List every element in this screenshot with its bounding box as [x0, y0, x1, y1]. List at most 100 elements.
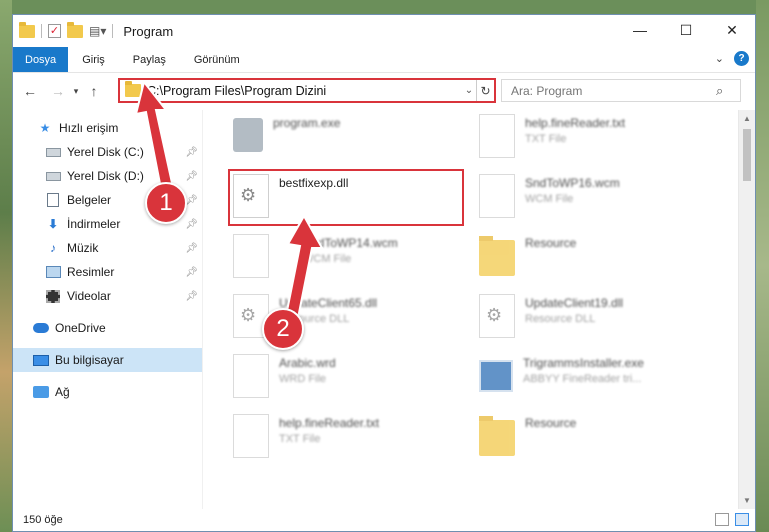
txt-file-icon: [479, 114, 515, 158]
sidebar-item-label: Ağ: [55, 385, 70, 399]
file-name: help.fineReader.txt: [279, 416, 380, 430]
folder-icon: [479, 236, 515, 276]
up-arrow-icon[interactable]: ↑: [83, 83, 105, 99]
navigation-bar: ← → ▾ ↑ C:\Program Files\Program Dizini …: [13, 73, 755, 109]
list-item[interactable]: program.exe: [233, 114, 473, 172]
file-name: help.fineReader.txt: [525, 116, 626, 130]
sidebar-item-label: Videolar: [67, 289, 111, 303]
window-controls: — ☐ ✕: [617, 15, 755, 45]
file-name: TrigrammsInstaller.exe: [523, 356, 644, 370]
scroll-down-icon[interactable]: ▼: [739, 492, 755, 509]
network-icon: [33, 385, 49, 399]
file-type: TXT File: [279, 433, 321, 445]
pin-icon[interactable]: 📌︎: [185, 291, 198, 302]
sidebar-item-label: Hızlı erişim: [59, 121, 119, 135]
sidebar-item-music[interactable]: ♪ Müzik 📌︎: [13, 236, 202, 260]
drive-icon: [45, 169, 61, 183]
file-name: Resource: [525, 236, 577, 250]
list-item[interactable]: ⚙ UpdateClient19.dll Resource DLL: [479, 294, 719, 352]
item-count: 150 öğe: [23, 514, 63, 526]
txt-file-icon: [233, 414, 269, 458]
list-item[interactable]: Resource: [479, 414, 719, 472]
address-dropdown-chevron-icon[interactable]: ⌄: [462, 85, 476, 96]
file-type: ABBYY FineReader tri...: [523, 373, 642, 385]
tab-share[interactable]: Paylaş: [119, 47, 180, 72]
videos-icon: [45, 289, 61, 303]
tiles-view-icon[interactable]: [735, 513, 749, 526]
sidebar-item-label: Bu bilgisayar: [55, 353, 124, 367]
file-name: Arabic.wrd: [279, 356, 336, 370]
address-path[interactable]: C:\Program Files\Program Dizini: [147, 84, 462, 98]
downloads-icon: ⬇: [47, 217, 59, 231]
computer-icon: [33, 353, 49, 367]
pictures-icon: [45, 265, 61, 279]
properties-check-icon[interactable]: ✓: [48, 24, 61, 38]
txt-file-icon: [479, 174, 515, 218]
window-title: Program: [123, 23, 174, 39]
sidebar-item-network[interactable]: Ağ: [13, 380, 202, 404]
documents-icon: [45, 193, 61, 207]
txt-file-icon: [233, 354, 269, 398]
minimize-button[interactable]: —: [617, 15, 663, 45]
tab-view[interactable]: Görünüm: [180, 47, 254, 72]
sidebar-item-videos[interactable]: Videolar 📌︎: [13, 284, 202, 308]
title-bar[interactable]: ✓ ▤▾ Program — ☐ ✕: [13, 15, 755, 47]
separator: [41, 24, 42, 38]
sidebar-item-pictures[interactable]: Resimler 📌︎: [13, 260, 202, 284]
details-view-icon[interactable]: [715, 513, 729, 526]
annotation-badge-2: 2: [262, 308, 304, 350]
forward-arrow-icon[interactable]: →: [47, 83, 69, 99]
folder-icon: [19, 21, 35, 38]
tab-file[interactable]: Dosya: [13, 47, 69, 72]
sidebar-item-label: OneDrive: [55, 321, 106, 335]
list-item[interactable]: SndToWP16.wcm WCM File: [479, 174, 719, 232]
file-name: program.exe: [273, 116, 341, 130]
main-area: ★ Hızlı erişim Yerel Disk (C:) 📌︎ Yerel …: [13, 110, 755, 509]
tab-home[interactable]: Giriş: [68, 47, 119, 72]
pin-icon[interactable]: 📌︎: [185, 243, 198, 254]
recent-locations-chevron-icon[interactable]: ▾: [69, 86, 83, 97]
folder-icon: [479, 416, 515, 456]
list-item[interactable]: Resource: [479, 234, 719, 292]
search-box[interactable]: ⌕: [501, 79, 741, 102]
help-icon[interactable]: ?: [734, 51, 749, 66]
back-arrow-icon[interactable]: ←: [19, 83, 41, 99]
search-icon[interactable]: ⌕: [716, 83, 723, 99]
scrollbar-thumb[interactable]: [743, 129, 751, 181]
desktop-background-left: [0, 0, 12, 532]
expand-ribbon-chevron-icon[interactable]: ⌄: [715, 52, 724, 65]
new-folder-icon[interactable]: [67, 21, 83, 38]
close-button[interactable]: ✕: [709, 15, 755, 45]
sidebar-item-label: İndirmeler: [67, 217, 121, 231]
pin-icon[interactable]: 📌︎: [185, 267, 198, 278]
list-item[interactable]: help.fineReader.txt TXT File: [479, 114, 719, 172]
dll-gear-icon: ⚙: [479, 294, 515, 338]
sidebar-item-label: Resimler: [67, 265, 115, 279]
sidebar-item-onedrive[interactable]: OneDrive: [13, 316, 202, 340]
vertical-scrollbar[interactable]: ▲ ▼: [738, 110, 755, 509]
search-input[interactable]: [511, 83, 716, 98]
music-icon: ♪: [50, 241, 56, 255]
exe-icon: [479, 360, 513, 392]
list-item[interactable]: TrigrammsInstaller.exe ABBYY FineReader …: [479, 354, 719, 412]
maximize-button[interactable]: ☐: [663, 15, 709, 45]
sidebar-item-label: Müzik: [67, 241, 99, 255]
sidebar-item-label: Belgeler: [67, 193, 112, 207]
separator: [112, 24, 114, 38]
list-item[interactable]: help.fineReader.txt TXT File: [233, 414, 473, 472]
pin-icon[interactable]: 📌︎: [185, 219, 198, 230]
file-type: Resource DLL: [525, 313, 596, 325]
onedrive-cloud-icon: [33, 321, 49, 335]
desktop-background-right: [756, 0, 769, 532]
customize-toolbar-icon[interactable]: ▤▾: [89, 24, 106, 38]
program-icon: [233, 118, 263, 152]
scroll-up-icon[interactable]: ▲: [739, 110, 755, 127]
star-icon: ★: [39, 121, 51, 135]
refresh-icon[interactable]: ↻: [476, 80, 494, 101]
file-name: UpdateClient19.dll: [525, 296, 624, 310]
sidebar-item-this-pc[interactable]: Bu bilgisayar: [13, 348, 202, 372]
quick-access-toolbar: ✓ ▤▾: [19, 21, 114, 38]
list-item[interactable]: Arabic.wrd WRD File: [233, 354, 473, 412]
annotation-arrow-2: [284, 214, 324, 320]
file-type: WCM File: [525, 193, 574, 205]
